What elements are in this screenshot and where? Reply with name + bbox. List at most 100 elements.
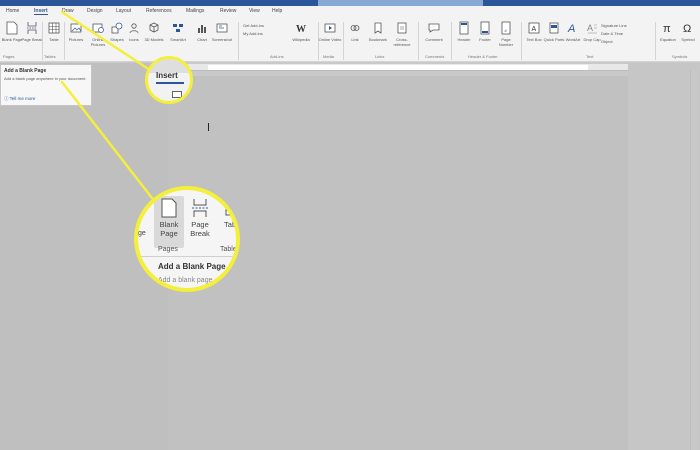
3d-models-button[interactable]: 3D Models bbox=[142, 21, 166, 54]
svg-text:π: π bbox=[663, 23, 671, 35]
page-break-label: Page Break bbox=[21, 37, 43, 42]
zoom-blank-page-button: Blank Page bbox=[154, 196, 184, 248]
zoom-tooltip-title: Add a Blank Page bbox=[158, 262, 226, 271]
document-page[interactable] bbox=[168, 76, 628, 450]
text-cursor bbox=[208, 123, 209, 131]
page-number-icon: # bbox=[501, 21, 511, 35]
ruler-text-area bbox=[208, 65, 588, 70]
group-label-comments: Comments bbox=[425, 54, 445, 59]
zoom-table-label: Table bbox=[224, 220, 238, 229]
pictures-label: Pictures bbox=[68, 37, 84, 42]
wordart-icon: A bbox=[567, 23, 575, 35]
comment-icon bbox=[428, 23, 440, 33]
horizontal-ruler[interactable] bbox=[168, 64, 628, 71]
tab-mailings[interactable]: Mailings bbox=[186, 8, 204, 14]
bookmark-label: Bookmark bbox=[368, 37, 387, 42]
zoom-tooltip-description: Add a blank page bbox=[158, 277, 213, 284]
link-label: Link bbox=[351, 37, 359, 42]
tab-help[interactable]: Help bbox=[272, 8, 282, 14]
svg-text:Ω: Ω bbox=[683, 23, 691, 35]
chart-icon bbox=[198, 25, 206, 33]
tab-layout[interactable]: Layout bbox=[116, 8, 131, 14]
page-number-button[interactable]: # Page Number bbox=[494, 21, 518, 54]
addins-stack: Get Add-ins My Add-ins bbox=[243, 22, 264, 38]
table-label: Table bbox=[49, 37, 59, 42]
online-video-label: Online Video bbox=[318, 37, 342, 42]
screenshot-label: Screenshot bbox=[211, 37, 233, 42]
tab-insert[interactable]: Insert bbox=[34, 8, 48, 15]
omega-icon: Ω bbox=[683, 23, 691, 35]
smartart-button[interactable]: SmartArt bbox=[166, 21, 190, 54]
cross-reference-label: Cross-reference bbox=[393, 37, 411, 47]
link-icon bbox=[350, 25, 360, 31]
wikipedia-button[interactable]: W Wikipedia bbox=[289, 21, 313, 54]
text-box-icon: A bbox=[528, 22, 540, 34]
object-button[interactable]: Object bbox=[601, 38, 627, 46]
zoom-circle-pages-group: ge Blank Page Page Break Table Pages Tab… bbox=[134, 186, 240, 292]
screenshot-button[interactable]: Screenshot bbox=[210, 21, 234, 54]
screenshot-icon bbox=[216, 23, 228, 33]
online-picture-icon bbox=[92, 23, 104, 33]
svg-text:W: W bbox=[296, 24, 306, 35]
smartart-label: SmartArt bbox=[170, 37, 186, 42]
page-break-icon bbox=[27, 22, 37, 34]
cross-reference-icon bbox=[397, 22, 407, 34]
table-button[interactable]: Table bbox=[42, 21, 66, 54]
group-label-tables: Tables bbox=[44, 54, 56, 59]
ribbon-insert: Blank Page Page Break Table Pictures Onl… bbox=[0, 18, 700, 62]
zoom-ribbon-icon bbox=[172, 91, 182, 98]
zoom-page-break-button: Page Break bbox=[185, 196, 215, 248]
smartart-icon bbox=[173, 24, 183, 32]
wikipedia-label: Wikipedia bbox=[292, 37, 310, 42]
cube-icon bbox=[149, 22, 159, 33]
blank-page-icon bbox=[6, 21, 18, 35]
date-time-button[interactable]: Date & Time bbox=[601, 30, 627, 38]
signature-line-button[interactable]: Signature Line bbox=[601, 22, 627, 30]
picture-icon bbox=[70, 23, 82, 33]
tell-me-more-label: Tell me more bbox=[9, 96, 36, 101]
tell-me-more-link[interactable]: ⓘ Tell me more bbox=[4, 96, 35, 102]
zoom-group-label-table: Table bbox=[220, 246, 237, 253]
link-button[interactable]: Link bbox=[343, 21, 367, 54]
page-number-label: Page Number bbox=[498, 37, 514, 47]
group-label-symbols: Symbols bbox=[672, 54, 688, 59]
ribbon-tab-row: Home Insert Draw Design Layout Reference… bbox=[0, 6, 700, 18]
quick-parts-icon bbox=[549, 22, 559, 34]
tab-draw[interactable]: Draw bbox=[62, 8, 74, 14]
tab-review[interactable]: Review bbox=[220, 8, 236, 14]
svg-text:A: A bbox=[532, 26, 537, 33]
svg-text:A: A bbox=[587, 23, 593, 33]
get-addins-button[interactable]: Get Add-ins bbox=[243, 22, 264, 30]
bookmark-button[interactable]: Bookmark bbox=[366, 21, 390, 54]
help-icon: ⓘ bbox=[4, 96, 9, 101]
group-label-pages: Pages bbox=[3, 54, 15, 59]
zoom-divider bbox=[138, 256, 236, 257]
cross-reference-button[interactable]: Cross-reference bbox=[390, 21, 414, 54]
table-icon bbox=[48, 22, 60, 34]
header-icon bbox=[459, 21, 469, 35]
zoom-group-label-pages: Pages bbox=[158, 246, 178, 253]
tab-references[interactable]: References bbox=[146, 8, 172, 14]
pictures-button[interactable]: Pictures bbox=[64, 21, 88, 54]
tab-home[interactable]: Home bbox=[6, 8, 19, 14]
my-addins-button[interactable]: My Add-ins bbox=[243, 30, 264, 38]
group-label-header-footer: Header & Footer bbox=[468, 54, 498, 59]
drop-cap-icon: A bbox=[587, 23, 597, 34]
online-video-button[interactable]: Online Video bbox=[318, 21, 342, 54]
zoom-cover-page-fragment-label: ge bbox=[138, 230, 146, 237]
blank-page-tooltip: Add a Blank Page Add a blank page anywhe… bbox=[0, 64, 92, 106]
vertical-scrollbar[interactable] bbox=[690, 70, 698, 450]
tab-view[interactable]: View bbox=[249, 8, 260, 14]
tooltip-title: Add a Blank Page bbox=[4, 68, 47, 74]
zoom-page-break-icon bbox=[192, 199, 208, 217]
group-label-addins: Add-ins bbox=[270, 54, 284, 59]
zoom-page-break-label: Page Break bbox=[190, 220, 210, 238]
video-icon bbox=[324, 23, 336, 33]
symbol-button[interactable]: Ω Symbol bbox=[676, 21, 700, 54]
comment-button[interactable]: Comment bbox=[422, 21, 446, 54]
tab-design[interactable]: Design bbox=[87, 8, 103, 14]
bookmark-icon bbox=[374, 22, 382, 34]
group-label-media: Media bbox=[323, 54, 334, 59]
svg-text:A: A bbox=[567, 23, 575, 35]
page-break-button[interactable]: Page Break bbox=[20, 21, 44, 54]
